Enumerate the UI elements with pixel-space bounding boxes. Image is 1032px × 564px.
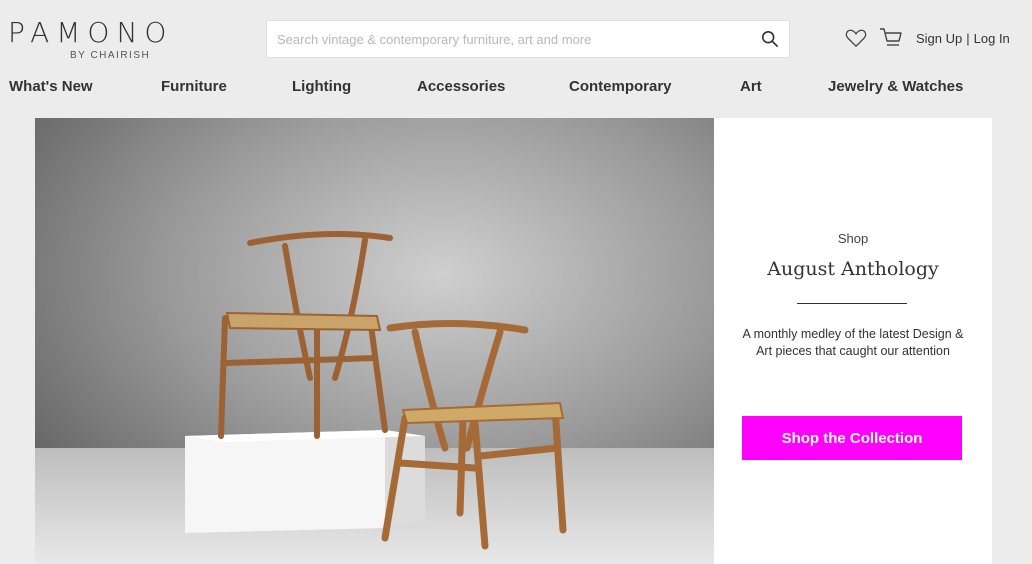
search-input[interactable] [267,21,737,57]
account-separator: | [966,31,970,46]
promo-description: A monthly medley of the latest Design & … [742,327,964,358]
hero-image[interactable] [35,118,714,564]
promo-title: August Anthology [767,258,939,280]
promo-divider [797,303,907,304]
nav-item-whats-new[interactable]: What's New [9,78,93,95]
logo-wordmark: PAMONO [8,16,174,49]
nav-item-accessories[interactable]: Accessories [417,78,505,95]
search-bar [266,20,790,58]
nav-item-jewelry-watches[interactable]: Jewelry & Watches [828,78,963,95]
shop-collection-button[interactable]: Shop the Collection [742,416,962,460]
nav-item-art[interactable]: Art [740,78,762,95]
promo-eyebrow: Shop [837,231,869,246]
search-icon[interactable] [761,30,779,48]
signup-link[interactable]: Sign Up [916,31,962,46]
nav-item-lighting[interactable]: Lighting [292,78,351,95]
cart-icon[interactable] [879,27,903,49]
main-nav: What's New Furniture Lighting Accessorie… [0,78,1032,100]
logo-subtitle: BY CHAIRISH [70,50,151,61]
nav-item-contemporary[interactable]: Contemporary [569,78,672,95]
hero-banner: Shop August Anthology A monthly medley o… [35,118,992,564]
account-links: Sign Up | Log In [916,31,1010,46]
pamono-logo[interactable]: PAMONO BY CHAIRISH [8,18,218,64]
nav-item-furniture[interactable]: Furniture [161,78,227,95]
heart-icon[interactable] [845,28,867,48]
promo-panel: Shop August Anthology A monthly medley o… [714,118,992,564]
login-link[interactable]: Log In [974,31,1010,46]
